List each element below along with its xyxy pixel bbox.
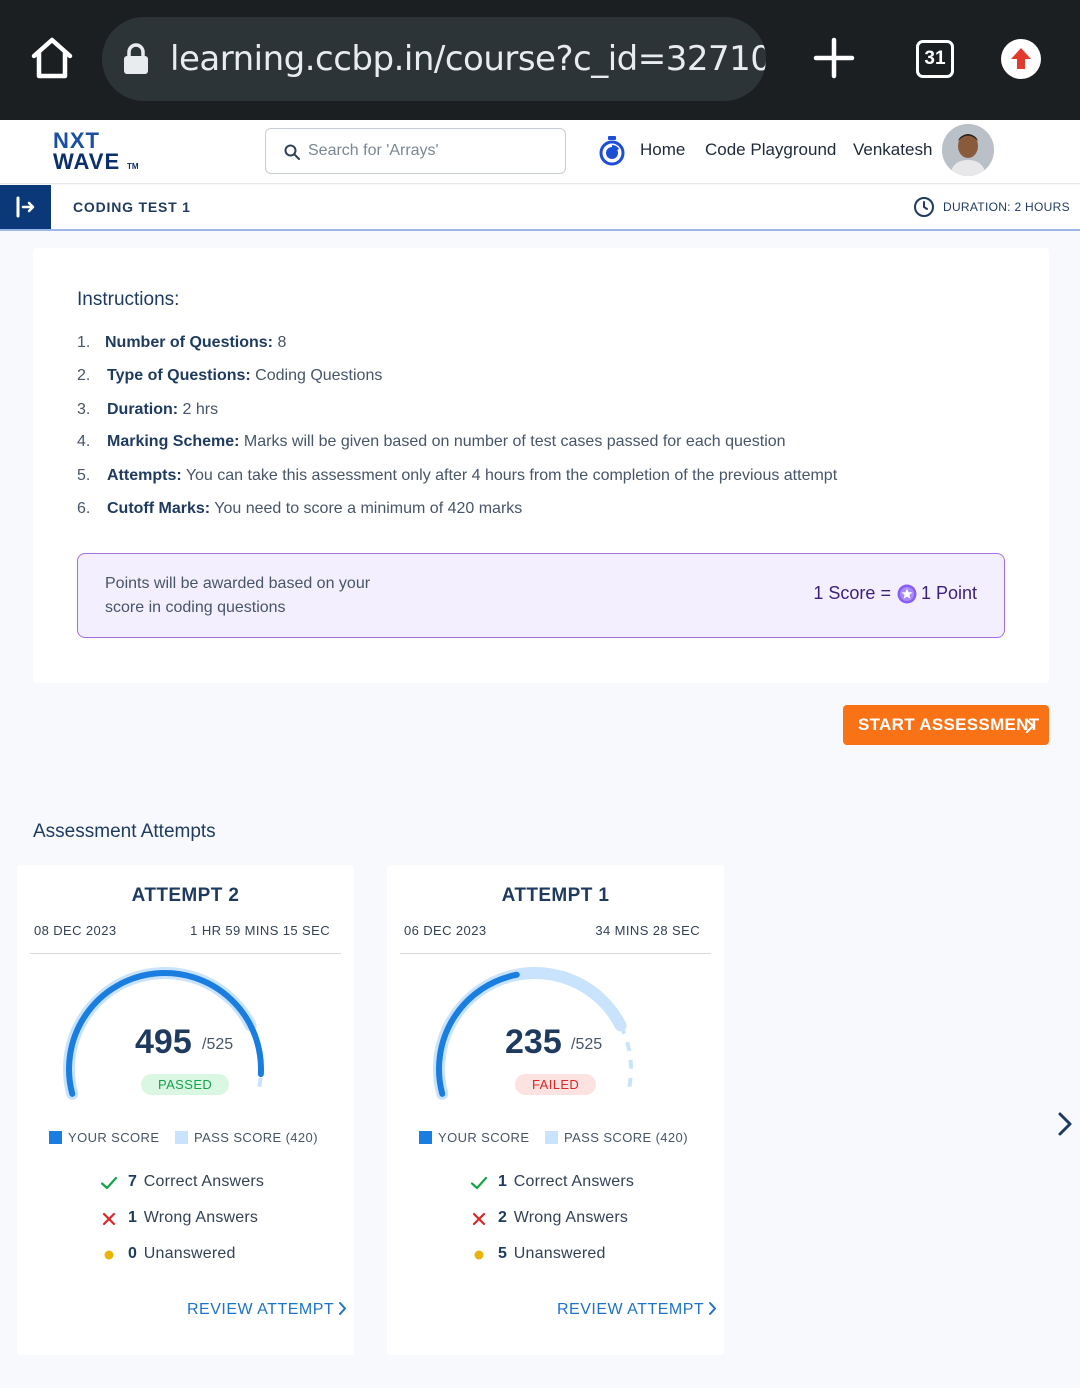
address-bar[interactable]: learning.ccbp.in/course?c_id=3271032: [102, 17, 766, 101]
score-total: /525: [202, 1036, 234, 1053]
legend-swatch: [419, 1131, 432, 1144]
points-note: Points will be awarded based on your sco…: [105, 575, 371, 616]
points-info-box: Points will be awarded based on your sco…: [77, 553, 1005, 638]
point-star-icon: [897, 584, 917, 603]
correct-answers: 7 Correct Answers: [128, 1173, 265, 1190]
attempts-section-title: Assessment Attempts: [33, 821, 216, 842]
legend-swatch: [175, 1131, 188, 1144]
home-icon[interactable]: [28, 34, 76, 82]
instruction-item: 2. Type of Questions: Coding Questions: [77, 367, 383, 384]
review-attempt-link[interactable]: REVIEW ATTEMPT: [557, 1299, 717, 1319]
remaining-arc: [618, 1024, 633, 1095]
legend-swatch: [49, 1131, 62, 1144]
points-conversion: 1 Score = 1 Point: [813, 583, 977, 603]
attempt-title: ATTEMPT 1: [501, 885, 610, 906]
lock-icon: [124, 43, 148, 74]
search-box[interactable]: [265, 128, 566, 174]
arrow-up-icon: [1011, 48, 1031, 69]
legend-your-score: YOUR SCORE: [49, 1130, 159, 1145]
search-input[interactable]: [308, 139, 548, 163]
nav-code-playground[interactable]: Code Playground: [705, 140, 836, 160]
url-text: learning.ccbp.in/course?c_id=3271032: [170, 39, 766, 79]
attempt-card: ATTEMPT 2 08 DEC 2023 1 HR 59 MINS 15 SE…: [17, 865, 354, 1355]
divider: [400, 953, 711, 954]
update-button[interactable]: [1001, 39, 1041, 79]
attempt-date: 08 DEC 2023: [34, 923, 117, 938]
cross-icon: [102, 1212, 116, 1226]
duration-label: DURATION: 2 HOURS: [943, 200, 1070, 214]
review-attempt-link[interactable]: REVIEW ATTEMPT: [187, 1299, 347, 1319]
status-badge: PASSED: [141, 1074, 230, 1095]
search-icon: [284, 144, 300, 160]
instruction-item: 1. Number of Questions: 8: [77, 334, 287, 351]
legend-your-score: YOUR SCORE: [419, 1130, 529, 1145]
score-value: 235: [505, 1023, 562, 1061]
score-total: /525: [571, 1036, 603, 1053]
attempt-date: 06 DEC 2023: [404, 923, 487, 938]
test-title: CODING TEST 1: [73, 199, 191, 215]
divider: [30, 953, 341, 954]
chevron-right-icon: [709, 1302, 717, 1315]
dot-icon: [104, 1250, 114, 1260]
instruction-item: 5. Attempts: You can take this assessment…: [77, 467, 838, 484]
legend-swatch: [545, 1131, 558, 1144]
sidebar-toggle-button[interactable]: [0, 185, 51, 229]
nxtwave-logo[interactable]: NXT WAVE TM: [53, 128, 143, 174]
unanswered: 5 Unanswered: [498, 1245, 606, 1262]
attempt-duration: 1 HR 59 MINS 15 SEC: [190, 923, 330, 938]
user-name[interactable]: Venkatesh: [853, 140, 932, 160]
check-icon: [470, 1176, 488, 1190]
legend-pass-score: PASS SCORE (420): [175, 1130, 318, 1145]
status-badge: FAILED: [515, 1074, 597, 1095]
correct-answers: 1 Correct Answers: [498, 1173, 635, 1190]
tab-switcher-button[interactable]: 31: [916, 40, 954, 78]
chevron-right-icon: [1025, 718, 1035, 734]
wrong-answers: 2 Wrong Answers: [498, 1209, 629, 1226]
nav-home[interactable]: Home: [640, 140, 685, 160]
check-icon: [100, 1176, 118, 1190]
expand-sidebar-icon: [16, 196, 35, 218]
new-tab-icon[interactable]: [812, 36, 856, 80]
attempt-card: ATTEMPT 1 06 DEC 2023 34 MINS 28 SEC 235…: [387, 865, 724, 1355]
attempt-duration: 34 MINS 28 SEC: [595, 923, 700, 938]
avatar[interactable]: [942, 124, 994, 176]
unanswered: 0 Unanswered: [128, 1245, 236, 1262]
dot-icon: [474, 1250, 484, 1260]
legend-pass-score: PASS SCORE (420): [545, 1130, 688, 1145]
user-photo: [942, 124, 994, 176]
instruction-item: 6. Cutoff Marks: You need to score a mini…: [77, 500, 523, 517]
instructions-title: Instructions:: [77, 289, 180, 310]
instruction-item: 3. Duration: 2 hrs: [77, 401, 219, 418]
instruction-item: 4. Marking Scheme: Marks will be given ba…: [77, 433, 786, 450]
next-arrow-icon[interactable]: [1054, 1110, 1076, 1138]
attempt-title: ATTEMPT 2: [131, 885, 240, 906]
cross-icon: [472, 1212, 486, 1226]
score-value: 495: [135, 1023, 192, 1061]
wrong-answers: 1 Wrong Answers: [128, 1209, 259, 1226]
start-assessment-button[interactable]: START ASSESSMENT: [843, 705, 1049, 745]
clock-icon: [914, 197, 934, 217]
stopwatch-icon[interactable]: [598, 136, 626, 166]
chevron-right-icon: [339, 1302, 347, 1315]
